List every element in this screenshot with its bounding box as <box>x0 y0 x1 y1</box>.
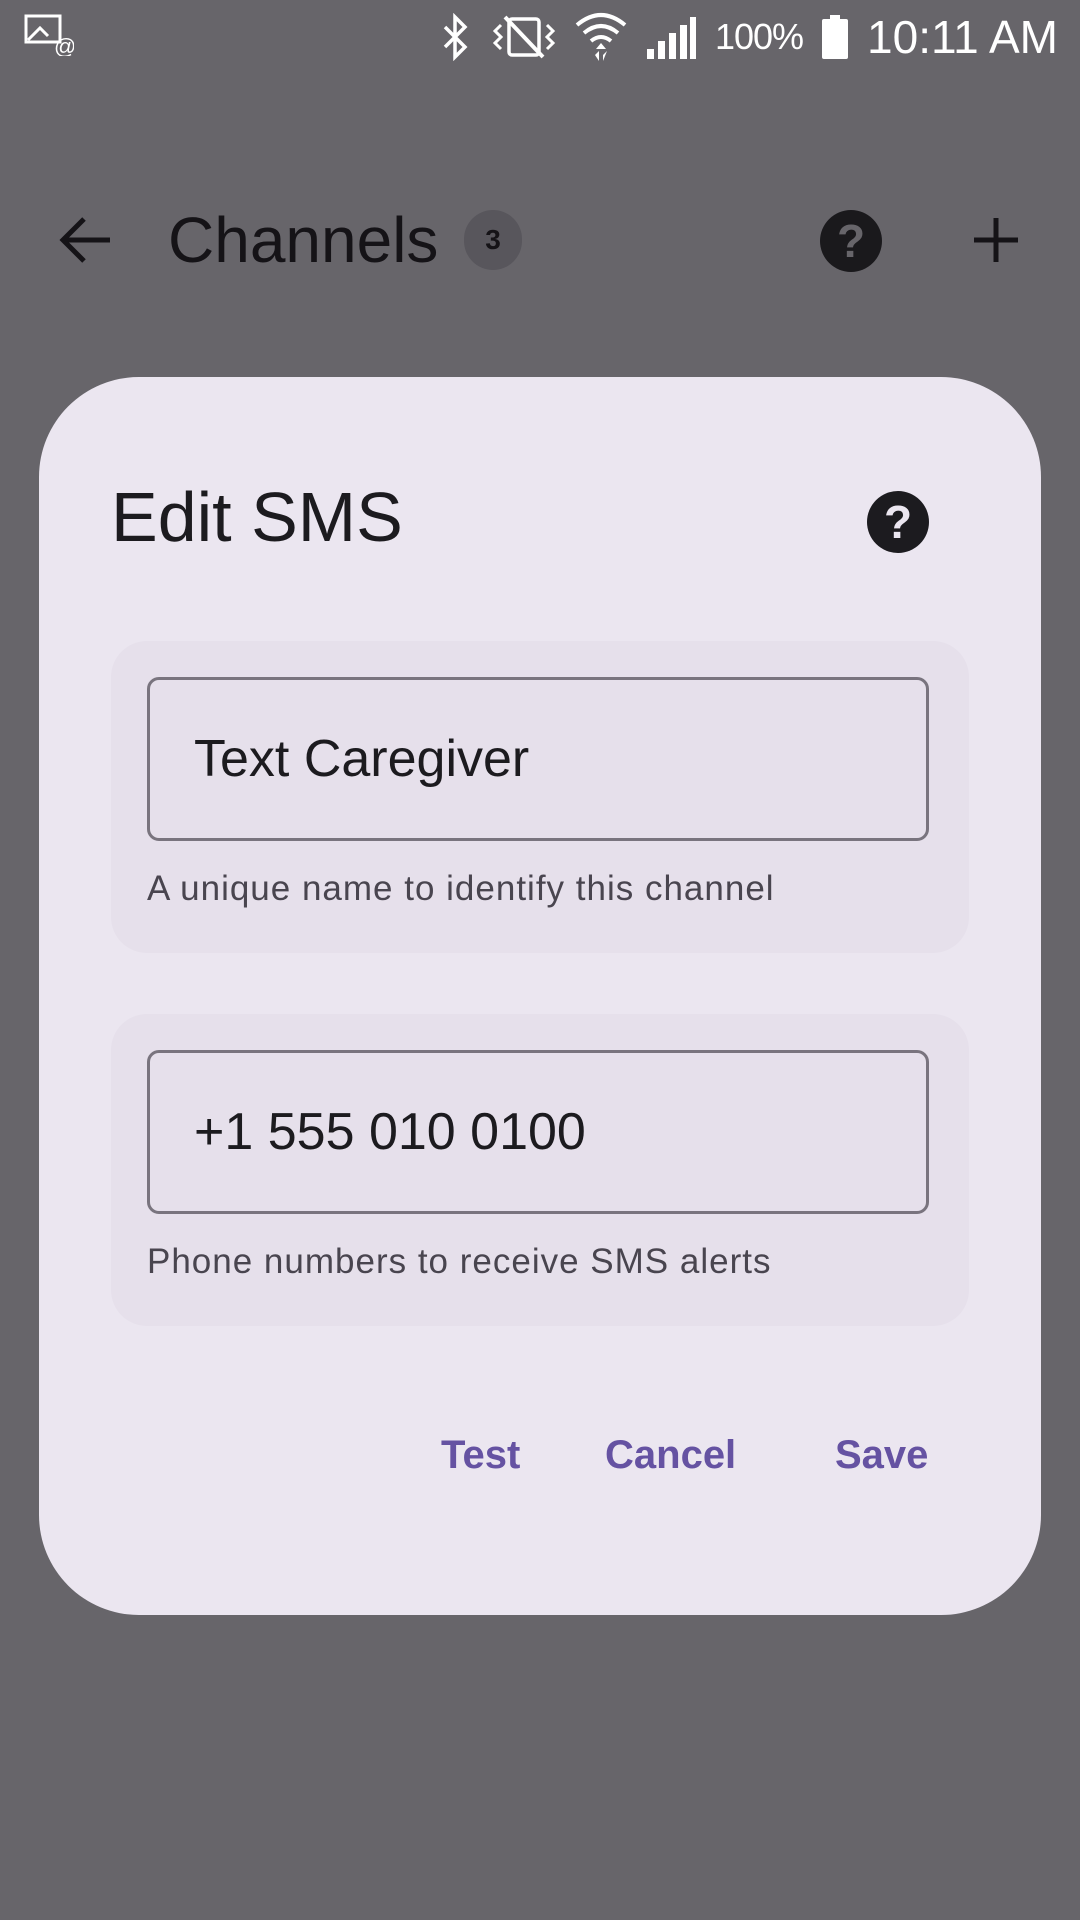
notification-icon: @ <box>24 14 74 56</box>
battery-icon <box>822 15 849 59</box>
edit-sms-dialog: Edit SMS ? A unique name to identify thi… <box>39 377 1041 1615</box>
channel-name-field[interactable] <box>147 677 929 841</box>
help-button[interactable]: ? <box>820 210 882 272</box>
channel-name-card: A unique name to identify this channel <box>111 641 969 953</box>
help-icon: ? <box>883 496 913 548</box>
test-button[interactable]: Test <box>441 1425 520 1485</box>
plus-icon <box>974 218 1018 262</box>
dialog-actions: Test Cancel Save <box>39 1425 1041 1485</box>
dialog-help-button[interactable]: ? <box>867 491 929 553</box>
arrow-left-icon <box>59 217 110 263</box>
svg-text:@: @ <box>54 34 74 56</box>
save-button[interactable]: Save <box>835 1425 928 1485</box>
channel-name-helper: A unique name to identify this channel <box>147 869 775 908</box>
wifi-icon <box>575 13 627 61</box>
help-icon: ? <box>836 215 866 267</box>
vibrate-icon <box>492 15 556 59</box>
phone-number-field[interactable] <box>147 1050 929 1214</box>
phone-numbers-card: Phone numbers to receive SMS alerts <box>111 1014 969 1326</box>
channel-count-badge: 3 <box>464 210 522 270</box>
signal-icon <box>646 17 696 59</box>
app-bar: Channels 3 ? <box>0 180 1080 300</box>
back-button[interactable] <box>50 210 120 270</box>
status-bar: @ 100% 10:11 AM <box>0 0 1080 74</box>
battery-percent: 100% <box>714 16 804 57</box>
add-channel-button[interactable] <box>968 210 1024 270</box>
phone-number-helper: Phone numbers to receive SMS alerts <box>147 1242 772 1281</box>
dialog-title: Edit SMS <box>111 478 403 556</box>
status-time: 10:11 AM <box>867 11 1058 63</box>
bluetooth-icon <box>443 13 468 61</box>
page-title: Channels <box>168 204 439 276</box>
cancel-button[interactable]: Cancel <box>605 1425 736 1485</box>
